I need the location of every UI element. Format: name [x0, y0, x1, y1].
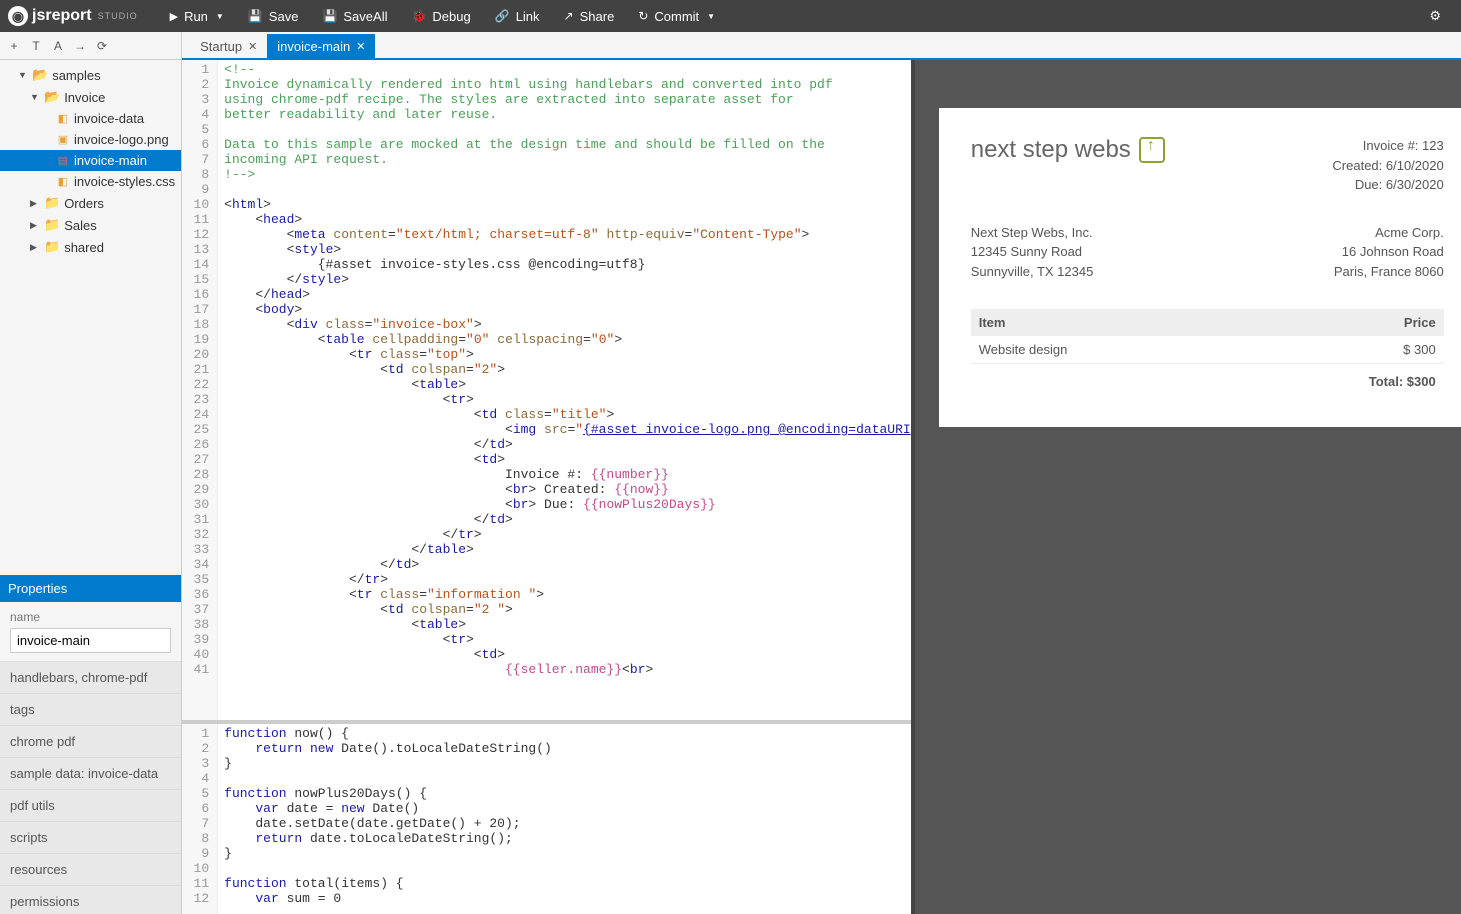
seller-address: Next Step Webs, Inc. 12345 Sunny Road Su… [971, 223, 1094, 282]
gear-icon: ⚙ [1429, 8, 1441, 24]
tree-file-invoice-main[interactable]: ▤invoice-main [0, 150, 181, 171]
css-icon: ◧ [56, 175, 70, 189]
folder-open-icon: 📂 [44, 89, 60, 105]
tree-file-invoice-styles[interactable]: ◧invoice-styles.css [0, 171, 181, 192]
invoice-number: Invoice #: 123 [1332, 136, 1443, 156]
save-icon: 💾 [248, 9, 263, 23]
bug-icon: 🐞 [411, 9, 426, 23]
table-row: Website design$ 300 [971, 336, 1444, 364]
col-price: Price [1294, 309, 1444, 336]
sidebar-toolbar: + T A → ⟳ [0, 32, 181, 60]
close-icon[interactable]: ✕ [248, 40, 257, 53]
template-editor[interactable]: 1234567891011121314151617181920212223242… [182, 60, 911, 724]
sidebar: + T A → ⟳ ▼📂samples ▼📂Invoice ◧invoice-d… [0, 32, 182, 914]
buyer-address: Acme Corp. 16 Johnson Road Paris, France… [1334, 223, 1444, 282]
play-icon: ▶ [170, 10, 178, 23]
save-all-icon: 💾 [322, 9, 337, 23]
code-editor-column: 1234567891011121314151617181920212223242… [182, 60, 915, 914]
folder-icon: 📁 [44, 239, 60, 255]
share-icon: ↗ [564, 9, 574, 23]
property-tags[interactable]: tags [0, 693, 181, 725]
commit-icon: ↻ [638, 9, 648, 23]
tree-folder-orders[interactable]: ▶📁Orders [0, 192, 181, 214]
name-label: name [10, 610, 171, 624]
save-button[interactable]: 💾Save [236, 0, 311, 32]
folder-icon: 📁 [44, 217, 60, 233]
code-content[interactable]: function now() { return new Date().toLoc… [218, 724, 911, 914]
tree-folder-shared[interactable]: ▶📁shared [0, 236, 181, 258]
app-logo: ◉ jsreport STUDIO [8, 6, 138, 26]
tree-file-invoice-data[interactable]: ◧invoice-data [0, 108, 181, 129]
link-icon: 🔗 [495, 9, 510, 23]
chevron-right-icon: ▶ [30, 242, 40, 253]
invoice-created: Created: 6/10/2020 [1332, 156, 1443, 176]
tree-folder-invoice[interactable]: ▼📂Invoice [0, 86, 181, 108]
chevron-down-icon: ▼ [18, 70, 28, 80]
col-item: Item [971, 309, 1294, 336]
chevron-down-icon: ▼ [30, 92, 40, 102]
close-icon[interactable]: ✕ [356, 40, 365, 53]
collapse-button[interactable]: → [70, 36, 90, 56]
refresh-button[interactable]: ⟳ [92, 36, 112, 56]
new-button[interactable]: + [4, 36, 24, 56]
preview-panel: next step webs Invoice #: 123 Created: 6… [915, 60, 1461, 914]
entity-tree: ▼📂samples ▼📂Invoice ◧invoice-data ▣invoi… [0, 60, 181, 262]
property-pdf-utils[interactable]: pdf utils [0, 789, 181, 821]
link-button[interactable]: 🔗Link [483, 0, 552, 32]
tab-startup[interactable]: Startup✕ [190, 34, 267, 58]
invoice-items-table: ItemPrice Website design$ 300 [971, 309, 1444, 364]
folder-open-icon: 📂 [32, 67, 48, 83]
tree-file-invoice-logo[interactable]: ▣invoice-logo.png [0, 129, 181, 150]
editor-tabs: Startup✕ invoice-main✕ [182, 32, 1461, 60]
tree-folder-samples[interactable]: ▼📂samples [0, 64, 181, 86]
main-toolbar: ◉ jsreport STUDIO ▶Run▼ 💾Save 💾SaveAll 🐞… [0, 0, 1461, 32]
data-icon: ◧ [56, 112, 70, 126]
name-input[interactable] [10, 628, 171, 653]
tab-invoice-main[interactable]: invoice-main✕ [267, 34, 375, 58]
code-content[interactable]: <!--Invoice dynamically rendered into ht… [218, 60, 911, 720]
content-area: Startup✕ invoice-main✕ 12345678910111213… [182, 32, 1461, 914]
property-scripts[interactable]: scripts [0, 821, 181, 853]
property-chrome-pdf[interactable]: chrome pdf [0, 725, 181, 757]
invoice-meta: Invoice #: 123 Created: 6/10/2020 Due: 6… [1332, 136, 1443, 195]
commit-button[interactable]: ↻Commit▼ [626, 0, 727, 32]
logo-text: jsreport [32, 7, 92, 25]
property-name: name [0, 602, 181, 661]
logo-subtext: STUDIO [98, 11, 138, 21]
properties-panel: name handlebars, chrome-pdf tags chrome … [0, 602, 181, 914]
property-engine-recipe[interactable]: handlebars, chrome-pdf [0, 661, 181, 693]
run-button[interactable]: ▶Run▼ [158, 0, 236, 32]
debug-button[interactable]: 🐞Debug [399, 0, 482, 32]
tree-folder-sales[interactable]: ▶📁Sales [0, 214, 181, 236]
invoice-due: Due: 6/30/2020 [1332, 175, 1443, 195]
invoice-preview: next step webs Invoice #: 123 Created: 6… [939, 108, 1461, 427]
helpers-editor[interactable]: 123456789101112 function now() { return … [182, 724, 911, 914]
settings-button[interactable]: ⚙ [1417, 0, 1453, 32]
filter-a-button[interactable]: A [48, 36, 68, 56]
invoice-total: Total: $300 [971, 364, 1444, 399]
property-sample-data[interactable]: sample data: invoice-data [0, 757, 181, 789]
properties-header: Properties [0, 575, 181, 602]
logo-icon: ◉ [8, 6, 28, 26]
folder-icon: 📁 [44, 195, 60, 211]
template-icon: ▤ [56, 154, 70, 168]
line-gutter: 123456789101112 [182, 724, 218, 914]
filter-t-button[interactable]: T [26, 36, 46, 56]
share-button[interactable]: ↗Share [552, 0, 627, 32]
chevron-right-icon: ▶ [30, 198, 40, 209]
property-permissions[interactable]: permissions [0, 885, 181, 914]
caret-down-icon: ▼ [707, 12, 715, 21]
logo-mark-icon [1139, 137, 1165, 163]
chevron-right-icon: ▶ [30, 220, 40, 231]
image-icon: ▣ [56, 133, 70, 147]
line-gutter: 1234567891011121314151617181920212223242… [182, 60, 218, 720]
save-all-button[interactable]: 💾SaveAll [310, 0, 399, 32]
property-resources[interactable]: resources [0, 853, 181, 885]
caret-down-icon: ▼ [216, 12, 224, 21]
invoice-logo: next step webs [971, 136, 1165, 164]
